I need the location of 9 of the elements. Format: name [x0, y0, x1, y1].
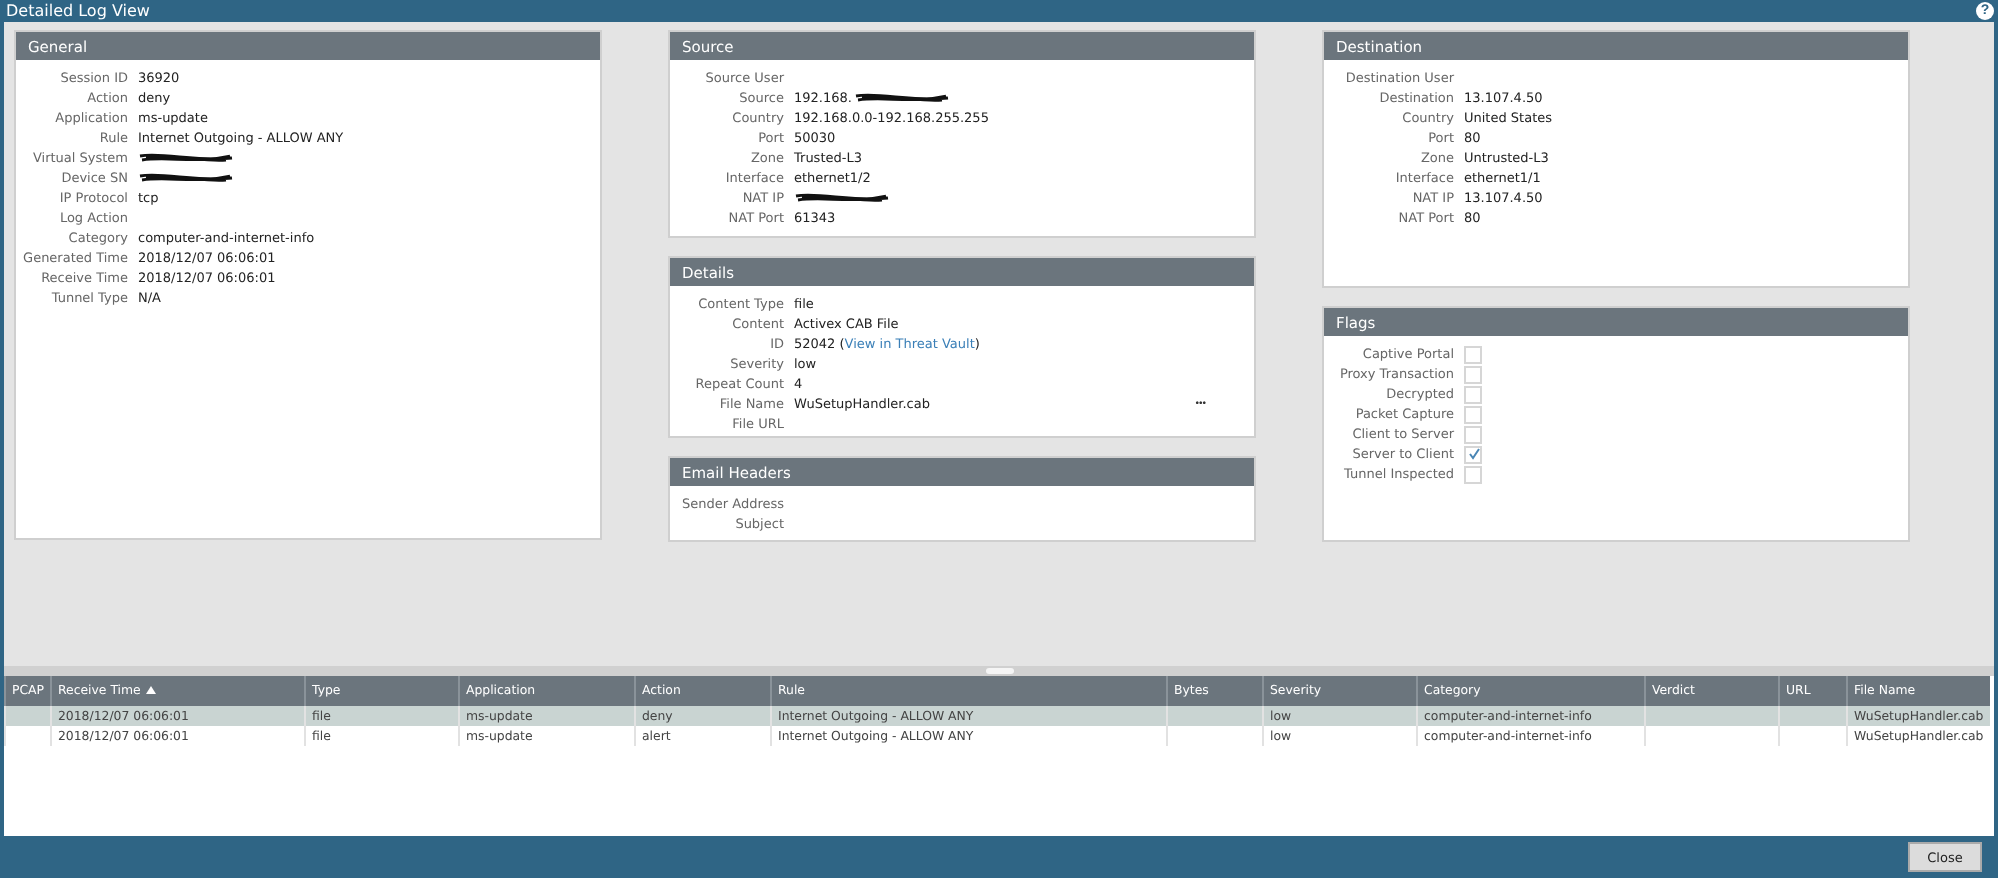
checkbox[interactable] [1464, 345, 1482, 363]
splitter-handle[interactable] [985, 668, 1013, 674]
checkbox[interactable] [1464, 465, 1482, 483]
window-title: Detailed Log View [6, 2, 150, 20]
checkbox[interactable] [1464, 365, 1482, 383]
checkbox[interactable] [1464, 405, 1482, 423]
checkbox[interactable] [1464, 425, 1482, 443]
checkbox[interactable] [1464, 445, 1482, 463]
checkbox[interactable] [1464, 385, 1482, 403]
